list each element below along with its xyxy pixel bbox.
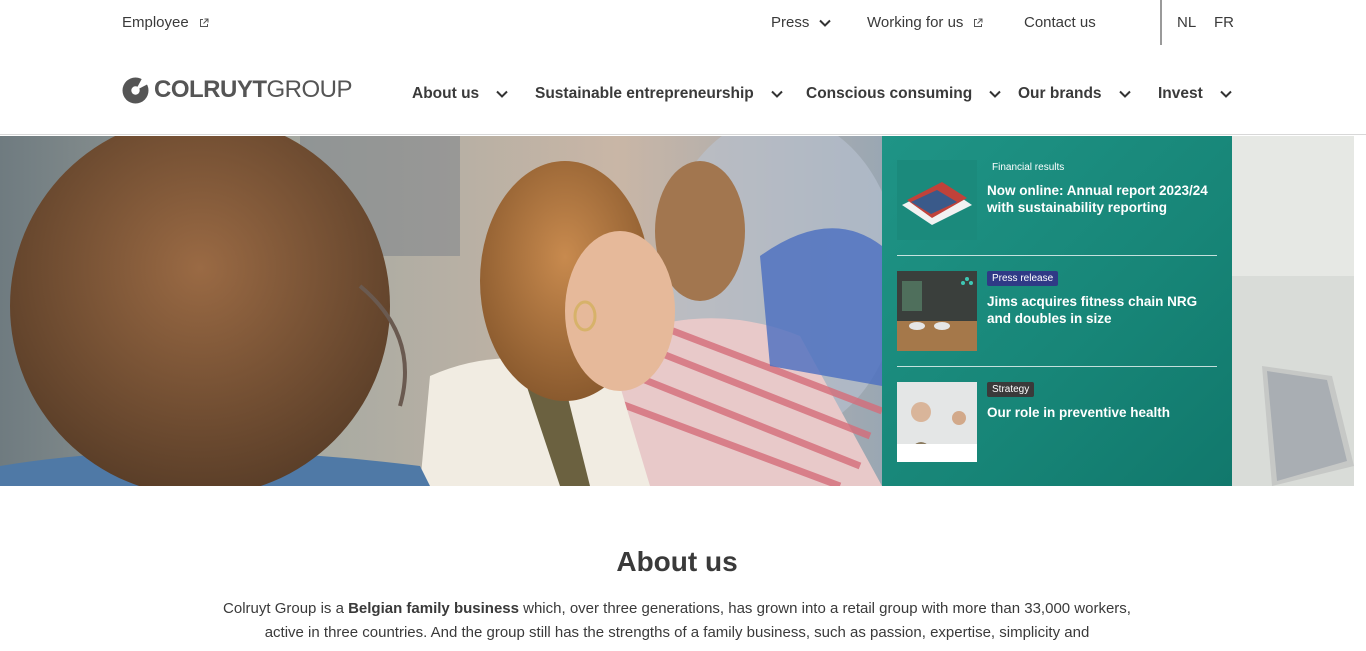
nav-sustainable-entrepreneurship-label: Sustainable entrepreneurship: [535, 85, 754, 102]
chevron-down-icon: [989, 90, 1001, 98]
about-us-heading: About us: [616, 546, 738, 577]
news-tag: Financial results: [992, 162, 1065, 173]
news-item-preventive-health[interactable]: Strategy Our role in preventive health: [897, 382, 1217, 462]
language-nl-label: NL: [1177, 14, 1197, 31]
external-link-icon: [199, 18, 209, 27]
logo-mark-icon: [122, 77, 149, 103]
news-title: Jims acquires fitness chain NRG and doub…: [987, 294, 1198, 326]
contact-us-link[interactable]: Contact us: [1024, 14, 1096, 31]
language-nl-link[interactable]: NL: [1177, 14, 1196, 31]
hero-banner: Financial results Now online: Annual rep…: [0, 136, 1354, 486]
news-thumbnail-preventive-health: [897, 382, 977, 462]
news-divider: [897, 255, 1217, 256]
logo-text: COLRUYTGROUP: [154, 76, 353, 103]
news-thumbnail-jims: [897, 271, 977, 351]
news-title: Our role in preventive health: [987, 405, 1171, 420]
nav-conscious-consuming[interactable]: Conscious consuming: [806, 85, 1001, 103]
press-menu[interactable]: Press: [771, 14, 832, 31]
chevron-down-icon: [496, 90, 508, 98]
nav-about-us-label: About us: [412, 85, 480, 102]
colruyt-group-logo[interactable]: COLRUYTGROUP: [122, 76, 353, 104]
employee-label: Employee: [122, 14, 189, 31]
chevron-down-icon: [1118, 90, 1131, 98]
nav-invest[interactable]: Invest: [1158, 85, 1232, 103]
language-divider: [1160, 0, 1162, 45]
about-us-intro: Colruyt Group is a Belgian family busine…: [223, 600, 1131, 641]
chevron-down-icon: [819, 19, 832, 27]
nav-conscious-consuming-label: Conscious consuming: [806, 85, 973, 102]
news-item-jims[interactable]: Press release Jims acquires fitness chai…: [897, 271, 1217, 351]
news-tag: Press release: [987, 271, 1059, 286]
news-divider: [897, 366, 1217, 367]
language-fr-label: FR: [1214, 14, 1234, 31]
language-fr-link[interactable]: FR: [1214, 14, 1234, 31]
main-navigation: COLRUYTGROUP About us Sustainable entrep…: [0, 45, 1366, 135]
nav-invest-label: Invest: [1158, 85, 1203, 102]
employee-link[interactable]: Employee: [122, 14, 209, 31]
press-label: Press: [771, 14, 810, 31]
chevron-down-icon: [771, 90, 783, 98]
nav-our-brands[interactable]: Our brands: [1018, 85, 1131, 103]
hero-photo: [0, 136, 882, 486]
news-item-annual-report[interactable]: Financial results Now online: Annual rep…: [897, 160, 1217, 240]
news-thumbnail-annual-report: [897, 160, 977, 240]
utility-bar: Employee Press Working for us Contact us…: [0, 0, 1366, 45]
news-title: Now online: Annual report 2023/24 with s…: [987, 183, 1208, 215]
working-for-us-link[interactable]: Working for us: [867, 14, 983, 31]
nav-about-us[interactable]: About us: [412, 85, 508, 103]
working-for-us-label: Working for us: [867, 14, 964, 31]
nav-our-brands-label: Our brands: [1018, 85, 1102, 102]
contact-us-label: Contact us: [1024, 14, 1096, 31]
about-highlight: Belgian family business: [348, 600, 519, 617]
news-tag: Strategy: [987, 382, 1035, 397]
external-link-icon: [974, 18, 983, 27]
news-panel: Financial results Now online: Annual rep…: [882, 136, 1232, 486]
nav-sustainable-entrepreneurship[interactable]: Sustainable entrepreneurship: [535, 85, 783, 103]
chevron-down-icon: [1220, 90, 1232, 98]
hero-side-photo: [1232, 136, 1354, 486]
